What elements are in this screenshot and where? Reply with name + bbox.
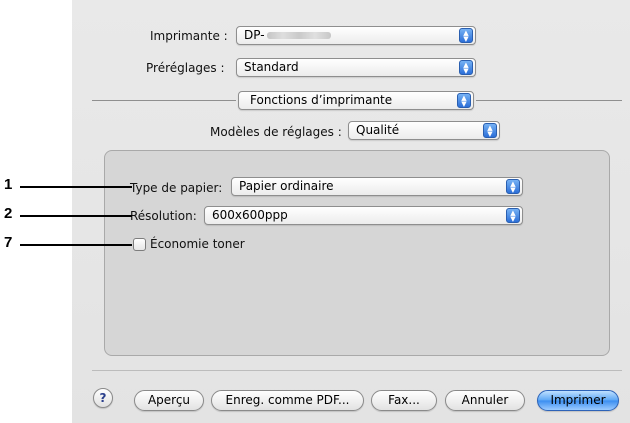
paper-type-value: Papier ordinaire bbox=[239, 179, 334, 193]
callout-7: 7 bbox=[4, 234, 13, 251]
panel-menu-popup[interactable]: Fonctions d’imprimante ▲ ▼ bbox=[238, 91, 474, 110]
popup-arrows-icon: ▲ ▼ bbox=[457, 93, 471, 108]
callout-1: 1 bbox=[4, 176, 13, 193]
feature-sets-label: Modèles de réglages : bbox=[210, 125, 342, 139]
popup-arrows-icon: ▲ ▼ bbox=[506, 179, 520, 194]
resolution-popup[interactable]: 600x600ppp ▲ ▼ bbox=[204, 206, 523, 225]
help-button[interactable]: ? bbox=[93, 388, 113, 408]
printer-popup[interactable]: DP- ▲ ▼ bbox=[236, 26, 476, 45]
presets-label: Préréglages : bbox=[146, 61, 225, 75]
callout-7-line bbox=[20, 244, 132, 246]
divider-right bbox=[476, 100, 622, 101]
feature-sets-value: Qualité bbox=[356, 123, 400, 137]
save-as-pdf-button[interactable]: Enreg. comme PDF... bbox=[211, 390, 364, 411]
popup-arrows-icon: ▲ ▼ bbox=[506, 208, 520, 223]
divider-left bbox=[92, 100, 236, 101]
resolution-value: 600x600ppp bbox=[212, 208, 288, 222]
print-button[interactable]: Imprimer bbox=[537, 390, 619, 411]
popup-arrows-icon: ▲ ▼ bbox=[459, 28, 473, 43]
presets-value: Standard bbox=[244, 60, 299, 74]
preview-button[interactable]: Aperçu bbox=[134, 390, 204, 411]
paper-type-popup[interactable]: Papier ordinaire ▲ ▼ bbox=[231, 177, 523, 196]
bottom-separator bbox=[92, 370, 622, 371]
callout-1-line bbox=[20, 186, 132, 188]
paper-type-label: Type de papier: bbox=[130, 181, 223, 195]
toner-save-checkbox[interactable] bbox=[133, 238, 146, 251]
resolution-label: Résolution: bbox=[130, 209, 197, 223]
printer-value: DP- bbox=[244, 28, 265, 42]
fax-button[interactable]: Fax... bbox=[371, 390, 437, 411]
cancel-button[interactable]: Annuler bbox=[445, 390, 525, 411]
panel-menu-value: Fonctions d’imprimante bbox=[250, 93, 393, 107]
printer-label: Imprimante : bbox=[150, 29, 228, 43]
callout-2: 2 bbox=[4, 205, 13, 222]
popup-arrows-icon: ▲ ▼ bbox=[459, 60, 473, 75]
callout-2-line bbox=[20, 215, 132, 217]
presets-popup[interactable]: Standard ▲ ▼ bbox=[236, 58, 476, 77]
printer-name-redacted bbox=[266, 32, 331, 39]
popup-arrows-icon: ▲ ▼ bbox=[483, 123, 497, 138]
feature-sets-popup[interactable]: Qualité ▲ ▼ bbox=[348, 121, 500, 140]
toner-save-label[interactable]: Économie toner bbox=[150, 237, 245, 251]
